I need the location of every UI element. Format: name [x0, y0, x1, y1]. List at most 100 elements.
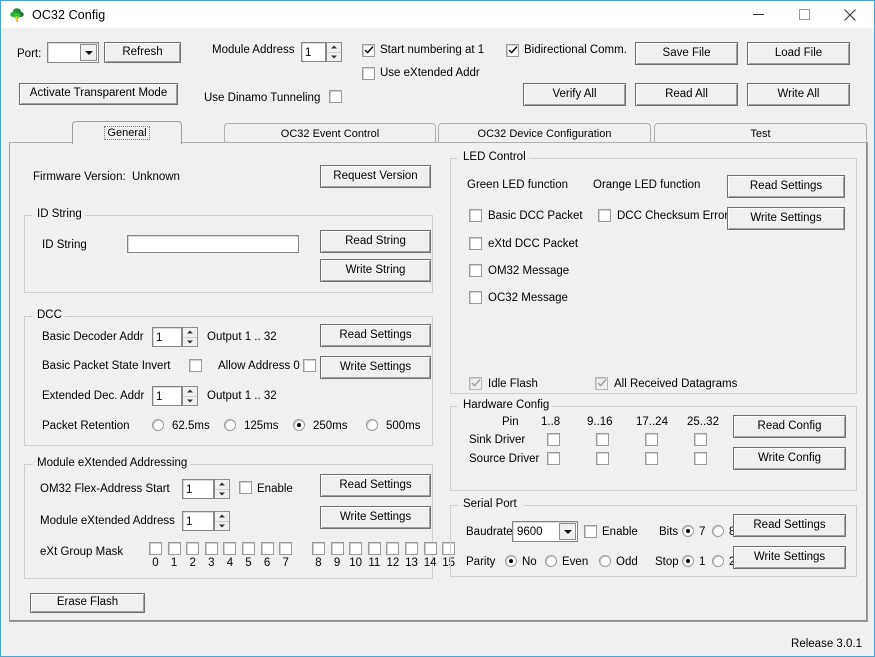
parity-radio-no[interactable]: [505, 555, 517, 567]
led-control-group: LED Control Green LED function Orange LE…: [450, 151, 857, 394]
sink-driver-checkbox-3[interactable]: [694, 433, 707, 446]
led-write-settings-button[interactable]: Write Settings: [727, 207, 845, 230]
read-all-button[interactable]: Read All: [635, 83, 738, 106]
ext-group-mask-checkbox-5[interactable]: [242, 542, 255, 555]
ext-group-mask-checkbox-0[interactable]: [149, 542, 162, 555]
basic-packet-state-invert-checkbox[interactable]: [189, 359, 202, 372]
module-extended-address-input[interactable]: 1: [182, 511, 214, 531]
ext-group-mask-checkbox-11[interactable]: [367, 542, 381, 555]
start-numbering-checkbox[interactable]: [362, 44, 375, 57]
hardware-write-config-button[interactable]: Write Config: [733, 447, 846, 470]
serial-write-settings-button[interactable]: Write Settings: [733, 546, 846, 569]
sink-driver-checkbox-0[interactable]: [547, 433, 560, 446]
write-string-button[interactable]: Write String: [320, 259, 431, 282]
module-address-stepper[interactable]: [326, 42, 342, 62]
source-driver-checkbox-0[interactable]: [547, 452, 560, 465]
all-received-datagrams-checkbox[interactable]: [595, 377, 608, 390]
orange-led-dcc-checksum-error-checkbox[interactable]: [598, 209, 611, 222]
flex-address-enable-checkbox[interactable]: [239, 481, 252, 494]
allow-address-0-checkbox[interactable]: [303, 359, 316, 372]
ext-group-mask-checkbox-7[interactable]: [279, 542, 293, 555]
pin-range-2-label: 17..24: [636, 416, 668, 428]
ext-group-mask-checkbox-8[interactable]: [312, 542, 325, 555]
close-icon[interactable]: [827, 1, 873, 28]
ext-group-mask-checkbox-9[interactable]: [330, 542, 344, 555]
hardware-read-config-button[interactable]: Read Config: [733, 415, 846, 438]
packet-retention-radio-62-5ms[interactable]: [152, 419, 164, 431]
use-dinamo-tunneling-checkbox[interactable]: [329, 90, 342, 103]
tab-test-label: Test: [750, 127, 771, 140]
module-extended-read-settings-button[interactable]: Read Settings: [320, 474, 431, 497]
flex-address-start-label: OM32 Flex-Address Start: [40, 483, 170, 495]
idle-flash-label: Idle Flash: [488, 378, 538, 390]
parity-radio-even[interactable]: [545, 555, 557, 567]
ext-group-mask-checkbox-13[interactable]: [405, 542, 418, 555]
basic-output-range-label: Output 1 .. 32: [207, 331, 277, 343]
green-led-extd-dcc-packet-checkbox[interactable]: [469, 237, 482, 250]
packet-retention-radio-125ms[interactable]: [224, 419, 236, 431]
pin-range-1-label: 9..16: [587, 416, 613, 428]
led-read-settings-button[interactable]: Read Settings: [727, 175, 845, 198]
minimize-icon[interactable]: [735, 1, 781, 28]
tab-general[interactable]: General: [72, 121, 182, 144]
serial-enable-checkbox[interactable]: [584, 525, 597, 538]
source-driver-checkbox-3[interactable]: [694, 452, 707, 465]
bidirectional-comm-checkbox[interactable]: [506, 44, 519, 57]
green-led-basic-dcc-packet-checkbox[interactable]: [469, 209, 482, 222]
ext-group-mask-checkbox-14[interactable]: [423, 542, 437, 555]
green-led-om32-message-checkbox[interactable]: [469, 264, 482, 277]
tab-oc32-device-configuration[interactable]: OC32 Device Configuration: [438, 123, 651, 143]
bits-radio-8[interactable]: [712, 525, 724, 537]
tab-test[interactable]: Test: [654, 123, 867, 143]
ext-group-mask-checkbox-10[interactable]: [349, 542, 363, 555]
packet-retention-option-2: 250ms: [313, 420, 348, 432]
baudrate-select[interactable]: 9600: [512, 521, 578, 542]
stop-radio-1[interactable]: [682, 555, 694, 567]
module-extended-address-stepper[interactable]: [214, 511, 230, 531]
read-string-button[interactable]: Read String: [320, 230, 431, 253]
module-extended-write-settings-button[interactable]: Write Settings: [320, 506, 431, 529]
extended-dec-addr-input[interactable]: 1: [152, 386, 182, 406]
flex-address-start-input[interactable]: 1: [182, 479, 214, 499]
maximize-icon[interactable]: [781, 1, 827, 28]
tab-oc32-event-control[interactable]: OC32 Event Control: [224, 123, 436, 143]
sink-driver-checkbox-1[interactable]: [596, 433, 609, 446]
erase-flash-button[interactable]: Erase Flash: [30, 593, 145, 613]
ext-group-mask-checkbox-2[interactable]: [186, 542, 200, 555]
packet-retention-radio-250ms[interactable]: [293, 419, 305, 431]
use-extended-addr-checkbox[interactable]: [362, 67, 375, 80]
write-all-button[interactable]: Write All: [747, 83, 850, 106]
chevron-down-icon[interactable]: [80, 44, 97, 61]
bits-radio-7[interactable]: [682, 525, 694, 537]
verify-all-button[interactable]: Verify All: [523, 83, 626, 106]
ext-group-mask-checkbox-12[interactable]: [386, 542, 400, 555]
flex-address-start-stepper[interactable]: [214, 479, 230, 499]
request-version-button[interactable]: Request Version: [320, 165, 431, 188]
parity-radio-odd[interactable]: [599, 555, 611, 567]
activate-transparent-mode-button[interactable]: Activate Transparent Mode: [19, 83, 178, 105]
ext-group-mask-checkbox-1[interactable]: [167, 542, 181, 555]
basic-decoder-addr-input[interactable]: 1: [152, 327, 182, 347]
dcc-read-settings-button[interactable]: Read Settings: [320, 324, 431, 347]
refresh-button[interactable]: Refresh: [104, 42, 181, 63]
dcc-write-settings-button[interactable]: Write Settings: [320, 356, 431, 379]
idle-flash-checkbox[interactable]: [469, 377, 482, 390]
id-string-input[interactable]: [127, 235, 299, 253]
source-driver-checkbox-2[interactable]: [645, 452, 658, 465]
sink-driver-checkbox-2[interactable]: [645, 433, 658, 446]
module-address-input[interactable]: 1: [301, 42, 326, 62]
port-select[interactable]: [47, 42, 99, 63]
green-led-oc32-message-checkbox[interactable]: [469, 291, 482, 304]
load-file-button[interactable]: Load File: [747, 42, 850, 65]
save-file-button[interactable]: Save File: [635, 42, 738, 65]
source-driver-checkbox-1[interactable]: [596, 452, 609, 465]
chevron-down-icon[interactable]: [559, 523, 576, 540]
ext-group-mask-checkbox-6[interactable]: [260, 542, 274, 555]
stop-radio-2[interactable]: [712, 555, 724, 567]
ext-group-mask-checkbox-4[interactable]: [223, 542, 237, 555]
extended-dec-addr-stepper[interactable]: [182, 386, 198, 406]
ext-group-mask-checkbox-3[interactable]: [204, 542, 218, 555]
basic-decoder-addr-stepper[interactable]: [182, 327, 198, 347]
packet-retention-radio-500ms[interactable]: [366, 419, 378, 431]
serial-read-settings-button[interactable]: Read Settings: [733, 514, 846, 537]
